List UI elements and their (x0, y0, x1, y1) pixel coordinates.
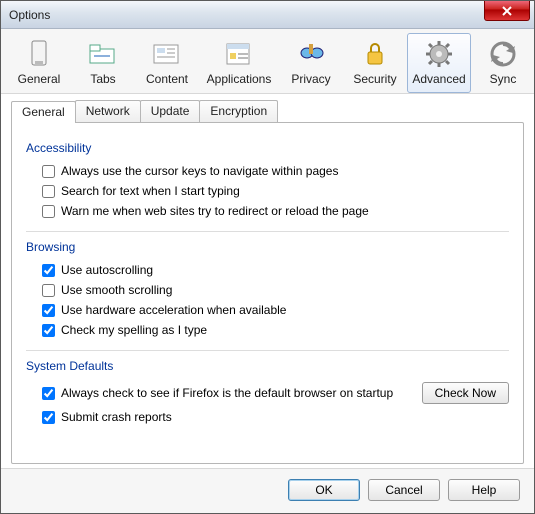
warn-redirect-checkbox[interactable] (42, 205, 55, 218)
crash-label[interactable]: Submit crash reports (61, 410, 172, 424)
help-button[interactable]: Help (448, 479, 520, 501)
general-icon (23, 38, 55, 70)
dialog-footer: OK Cancel Help (1, 468, 534, 513)
category-sync[interactable]: Sync (471, 33, 535, 93)
smooth-checkbox[interactable] (42, 284, 55, 297)
hwaccel-checkbox[interactable] (42, 304, 55, 317)
panel-general: Accessibility Always use the cursor keys… (11, 122, 524, 464)
privacy-icon (295, 38, 327, 70)
opt-hwaccel: Use hardware acceleration when available (26, 300, 509, 320)
content-icon (151, 38, 183, 70)
category-general-label: General (18, 72, 61, 86)
titlebar: Options (1, 1, 534, 29)
spelling-checkbox[interactable] (42, 324, 55, 337)
category-applications-label: Applications (207, 72, 272, 86)
category-tabs[interactable]: Tabs (71, 33, 135, 93)
category-security-label: Security (353, 72, 396, 86)
close-button[interactable] (484, 1, 530, 21)
category-privacy-label: Privacy (291, 72, 330, 86)
default-browser-label[interactable]: Always check to see if Firefox is the de… (61, 386, 393, 400)
window-title: Options (9, 8, 50, 22)
opt-spelling: Check my spelling as I type (26, 320, 509, 340)
tabs-icon (87, 38, 119, 70)
applications-icon (223, 38, 255, 70)
warn-redirect-label[interactable]: Warn me when web sites try to redirect o… (61, 204, 369, 218)
category-advanced[interactable]: Advanced (407, 33, 471, 93)
separator (26, 350, 509, 351)
subtab-network[interactable]: Network (75, 100, 141, 122)
autoscroll-checkbox[interactable] (42, 264, 55, 277)
opt-smooth: Use smooth scrolling (26, 280, 509, 300)
crash-checkbox[interactable] (42, 411, 55, 424)
subtab-encryption[interactable]: Encryption (199, 100, 278, 122)
hwaccel-label[interactable]: Use hardware acceleration when available (61, 303, 286, 317)
category-advanced-label: Advanced (412, 72, 465, 86)
category-tabs-label: Tabs (90, 72, 115, 86)
smooth-label[interactable]: Use smooth scrolling (61, 283, 172, 297)
category-security[interactable]: Security (343, 33, 407, 93)
opt-search-text: Search for text when I start typing (26, 181, 509, 201)
category-toolbar: General Tabs Content Applications Privac… (1, 29, 534, 94)
subtab-general[interactable]: General (11, 101, 76, 123)
opt-default-browser: Always check to see if Firefox is the de… (26, 379, 509, 407)
spelling-label[interactable]: Check my spelling as I type (61, 323, 207, 337)
group-browsing-title: Browsing (26, 240, 509, 254)
close-icon (502, 6, 512, 16)
group-system-title: System Defaults (26, 359, 509, 373)
subtab-update[interactable]: Update (140, 100, 201, 122)
search-text-label[interactable]: Search for text when I start typing (61, 184, 240, 198)
subtab-strip: General Network Update Encryption (11, 100, 524, 122)
category-content[interactable]: Content (135, 33, 199, 93)
group-accessibility-title: Accessibility (26, 141, 509, 155)
category-sync-label: Sync (490, 72, 517, 86)
category-privacy[interactable]: Privacy (279, 33, 343, 93)
category-general[interactable]: General (7, 33, 71, 93)
security-icon (359, 38, 391, 70)
opt-warn-redirect: Warn me when web sites try to redirect o… (26, 201, 509, 221)
category-applications[interactable]: Applications (199, 33, 279, 93)
separator (26, 231, 509, 232)
cancel-button[interactable]: Cancel (368, 479, 440, 501)
autoscroll-label[interactable]: Use autoscrolling (61, 263, 153, 277)
opt-cursor-keys: Always use the cursor keys to navigate w… (26, 161, 509, 181)
opt-crash: Submit crash reports (26, 407, 509, 427)
body: General Network Update Encryption Access… (1, 94, 534, 468)
category-content-label: Content (146, 72, 188, 86)
cursor-keys-label[interactable]: Always use the cursor keys to navigate w… (61, 164, 338, 178)
advanced-icon (423, 38, 455, 70)
sync-icon (487, 38, 519, 70)
ok-button[interactable]: OK (288, 479, 360, 501)
search-text-checkbox[interactable] (42, 185, 55, 198)
check-now-button[interactable]: Check Now (422, 382, 509, 404)
options-window: Options General Tabs Content Application… (0, 0, 535, 514)
opt-autoscroll: Use autoscrolling (26, 260, 509, 280)
cursor-keys-checkbox[interactable] (42, 165, 55, 178)
default-browser-checkbox[interactable] (42, 387, 55, 400)
